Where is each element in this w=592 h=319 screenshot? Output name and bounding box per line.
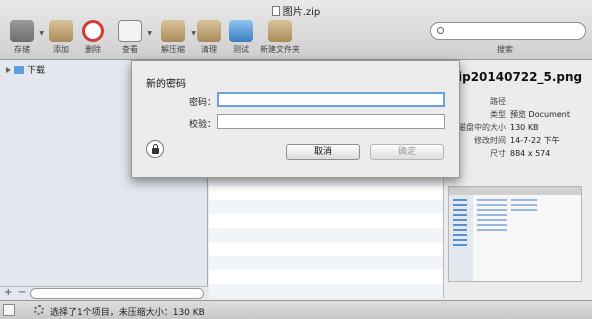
sidebar-footer: + − (0, 286, 208, 300)
add-label: 添加 (53, 45, 69, 54)
add-icon[interactable]: + (4, 287, 12, 298)
delete-button[interactable]: 删除 (80, 20, 106, 56)
progress-spinner-icon (34, 305, 44, 315)
search-icon (437, 27, 444, 34)
chevron-down-icon: ▼ (147, 30, 152, 37)
remove-icon[interactable]: − (18, 287, 26, 298)
password-label: 密码： (188, 98, 216, 108)
lock-icon[interactable] (146, 140, 164, 158)
search-input[interactable] (430, 22, 586, 40)
status-text: 选择了1个项目，未压缩大小：130 KB (50, 308, 205, 318)
preview-filename: ip20140722_5.png (458, 70, 583, 84)
disclosure-triangle-icon[interactable] (6, 67, 11, 73)
cancel-button[interactable]: 取消 (286, 144, 360, 160)
save-label: 存储 (14, 45, 30, 54)
add-button[interactable]: 添加 (46, 20, 76, 56)
list-row[interactable] (209, 200, 443, 214)
extract-button[interactable]: 解压缩 ▼ (156, 20, 196, 56)
extract-box-icon (161, 20, 185, 42)
info-row-type: 类型 预览 Document (490, 110, 570, 119)
sidebar-item-label: 下载 (27, 66, 46, 76)
password-field[interactable] (217, 92, 445, 107)
filter-input[interactable] (30, 288, 204, 299)
add-box-icon (49, 20, 73, 42)
test-monitor-icon (229, 20, 253, 42)
new-folder-label: 新建文件夹 (260, 45, 300, 54)
delete-label: 删除 (85, 45, 101, 54)
clean-label: 清理 (201, 45, 217, 54)
list-row[interactable] (209, 256, 443, 270)
verify-field[interactable] (217, 114, 445, 129)
search-label: 搜索 (497, 45, 513, 54)
sidebar-toggle-button[interactable] (3, 304, 15, 316)
test-button[interactable]: 测试 (228, 20, 254, 56)
thumbnail-image (449, 187, 581, 281)
window-title: 图片.zip (0, 3, 592, 18)
verify-label: 校验： (188, 120, 216, 130)
chevron-down-icon: ▼ (39, 30, 44, 37)
view-label: 查看 (122, 45, 138, 54)
clean-button[interactable]: 清理 (196, 20, 222, 56)
magnifier-icon (118, 20, 142, 42)
new-folder-button[interactable]: 新建文件夹 (258, 20, 302, 56)
test-label: 测试 (233, 45, 249, 54)
info-row-modified: 修改时间 14-7-22 下午 (474, 136, 560, 145)
folder-icon (14, 66, 24, 74)
sidebar-item-downloads[interactable]: 下载 (6, 63, 45, 76)
extract-label: 解压缩 (161, 45, 185, 54)
list-row[interactable] (209, 284, 443, 298)
clean-box-icon (197, 20, 221, 42)
document-icon (271, 6, 280, 16)
view-button[interactable]: 查看 ▼ (114, 20, 152, 56)
preview-thumbnail (448, 186, 582, 282)
dialog-title: 新的密码 (146, 79, 186, 90)
password-dialog: 新的密码 密码： 校验： 取消 确定 (131, 60, 460, 178)
ok-button[interactable]: 确定 (370, 144, 444, 160)
no-entry-icon (82, 20, 104, 42)
list-row[interactable] (209, 228, 443, 242)
status-bar: 选择了1个项目，未压缩大小：130 KB (0, 300, 592, 319)
new-folder-icon (268, 20, 292, 42)
info-row-dimensions: 尺寸 884 x 574 (490, 149, 551, 158)
save-button[interactable]: 存储 ▼ (6, 20, 44, 56)
disk-icon (10, 20, 34, 42)
